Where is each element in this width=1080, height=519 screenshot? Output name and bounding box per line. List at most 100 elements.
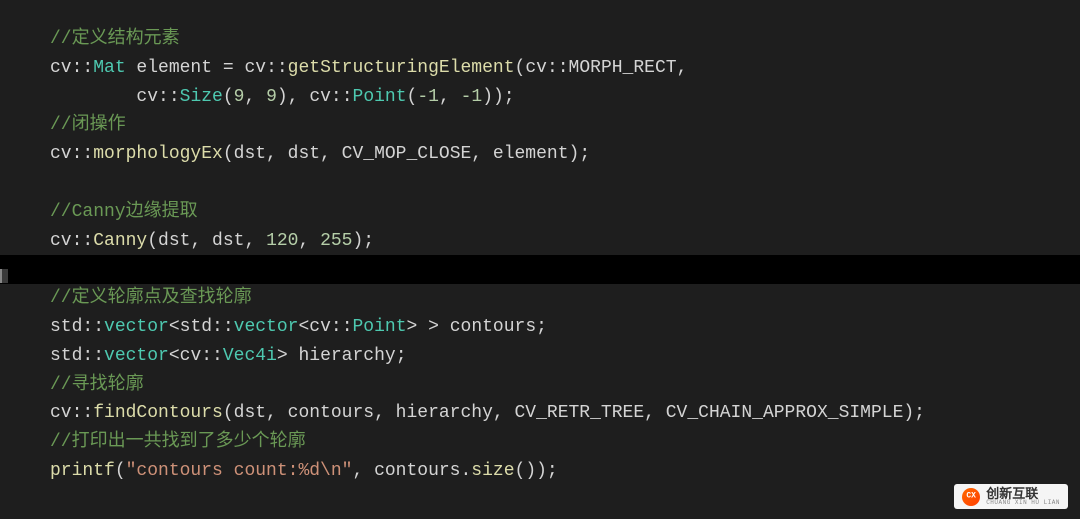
code-token: //定义轮廓点及查找轮廓 xyxy=(50,288,252,308)
code-line xyxy=(0,255,1080,284)
code-token: vector xyxy=(104,346,169,366)
code-token: std xyxy=(50,346,82,366)
code-token: Size xyxy=(180,87,223,107)
code-line: std::vector<std::vector<cv::Point> > con… xyxy=(50,313,1080,342)
code-token: vector xyxy=(104,317,169,337)
code-token: ()); xyxy=(515,461,558,481)
code-token: )); xyxy=(482,87,514,107)
code-token: size xyxy=(471,461,514,481)
code-token: Vec4i xyxy=(223,346,277,366)
code-token: -1 xyxy=(461,87,483,107)
code-line: //Canny边缘提取 xyxy=(50,198,1080,227)
code-line: cv::Canny(dst, dst, 120, 255); xyxy=(50,227,1080,256)
code-token: //寻找轮廓 xyxy=(50,375,144,395)
code-token: CV_RETR_TREE xyxy=(515,403,645,423)
watermark-text: 创新互联 CHUANG XIN HU LIAN xyxy=(986,487,1060,506)
code-line: cv::Size(9, 9), cv::Point(-1, -1)); xyxy=(50,83,1080,112)
code-line: printf("contours count:%d\n", contours.s… xyxy=(50,457,1080,486)
code-token: (dst, dst, xyxy=(147,231,266,251)
code-token: cv xyxy=(180,346,202,366)
code-token: :: xyxy=(331,87,353,107)
code-line: //寻找轮廓 xyxy=(50,371,1080,400)
code-token: cv xyxy=(525,58,547,78)
code-token: :: xyxy=(82,317,104,337)
code-token: -1 xyxy=(417,87,439,107)
code-token: :: xyxy=(72,231,94,251)
code-token: MORPH_RECT xyxy=(569,58,677,78)
code-token: printf xyxy=(50,461,115,481)
code-token: , xyxy=(677,58,688,78)
code-token: ( xyxy=(115,461,126,481)
code-token: :: xyxy=(201,346,223,366)
code-token: cv xyxy=(50,144,72,164)
code-token: = xyxy=(223,58,234,78)
code-block: //定义结构元素cv::Mat element = cv::getStructu… xyxy=(50,25,1080,486)
code-line: cv::findContours(dst, contours, hierarch… xyxy=(50,399,1080,428)
code-token: , xyxy=(298,231,320,251)
code-line: cv::morphologyEx(dst, dst, CV_MOP_CLOSE,… xyxy=(50,140,1080,169)
code-token: cv xyxy=(309,317,331,337)
code-line: //闭操作 xyxy=(50,111,1080,140)
code-token: 9 xyxy=(266,87,277,107)
code-token: vector xyxy=(234,317,299,337)
code-token: ( xyxy=(407,87,418,107)
code-token: 9 xyxy=(234,87,245,107)
code-token: , contours. xyxy=(352,461,471,481)
watermark: 创新互联 CHUANG XIN HU LIAN xyxy=(954,484,1068,509)
code-token: //闭操作 xyxy=(50,115,126,135)
code-token: , xyxy=(439,87,461,107)
code-token: cv xyxy=(50,403,72,423)
code-token: cv xyxy=(50,58,72,78)
code-token: std xyxy=(50,317,82,337)
code-token: :: xyxy=(158,87,180,107)
code-token: :: xyxy=(331,317,353,337)
code-line: std::vector<cv::Vec4i> hierarchy; xyxy=(50,342,1080,371)
code-token: //Canny边缘提取 xyxy=(50,202,198,222)
code-token: getStructuringElement xyxy=(288,58,515,78)
code-token: ); xyxy=(352,231,374,251)
code-token: 255 xyxy=(320,231,352,251)
code-line xyxy=(50,169,1080,198)
code-token: CV_MOP_CLOSE xyxy=(342,144,472,164)
code-token: "contours count:%d\n" xyxy=(126,461,353,481)
code-token: :: xyxy=(72,144,94,164)
code-token: , xyxy=(244,87,266,107)
code-line: cv::Mat element = cv::getStructuringElem… xyxy=(50,54,1080,83)
code-token: std xyxy=(180,317,212,337)
code-token: :: xyxy=(212,317,234,337)
code-token: < xyxy=(169,346,180,366)
code-token: , element); xyxy=(471,144,590,164)
code-token: < xyxy=(298,317,309,337)
code-token: //定义结构元素 xyxy=(50,29,180,49)
watermark-en: CHUANG XIN HU LIAN xyxy=(986,500,1060,506)
code-token: cv xyxy=(309,87,331,107)
code-token: < xyxy=(169,317,180,337)
code-token: Point xyxy=(353,87,407,107)
code-token: :: xyxy=(266,58,288,78)
code-token: > > contours; xyxy=(407,317,547,337)
code-token: ( xyxy=(223,87,234,107)
code-line: //打印出一共找到了多少个轮廓 xyxy=(50,428,1080,457)
code-token: > hierarchy; xyxy=(277,346,407,366)
watermark-logo-icon xyxy=(962,488,980,506)
code-token: cv xyxy=(50,231,72,251)
code-token: , xyxy=(644,403,666,423)
code-token: 120 xyxy=(266,231,298,251)
code-token: element xyxy=(126,58,223,78)
code-token: morphologyEx xyxy=(93,144,223,164)
gutter-marker xyxy=(0,269,8,283)
code-token: //打印出一共找到了多少个轮廓 xyxy=(50,432,306,452)
code-token: Mat xyxy=(93,58,125,78)
code-token: Canny xyxy=(93,231,147,251)
code-token: (dst, contours, hierarchy, xyxy=(223,403,515,423)
code-token: :: xyxy=(82,346,104,366)
code-token: :: xyxy=(547,58,569,78)
code-line: //定义轮廓点及查找轮廓 xyxy=(50,284,1080,313)
code-token: CV_CHAIN_APPROX_SIMPLE xyxy=(666,403,904,423)
code-token: (dst, dst, xyxy=(223,144,342,164)
code-token: :: xyxy=(72,403,94,423)
code-token: :: xyxy=(72,58,94,78)
code-line: //定义结构元素 xyxy=(50,25,1080,54)
code-token: cv xyxy=(136,87,158,107)
code-token: ); xyxy=(903,403,925,423)
